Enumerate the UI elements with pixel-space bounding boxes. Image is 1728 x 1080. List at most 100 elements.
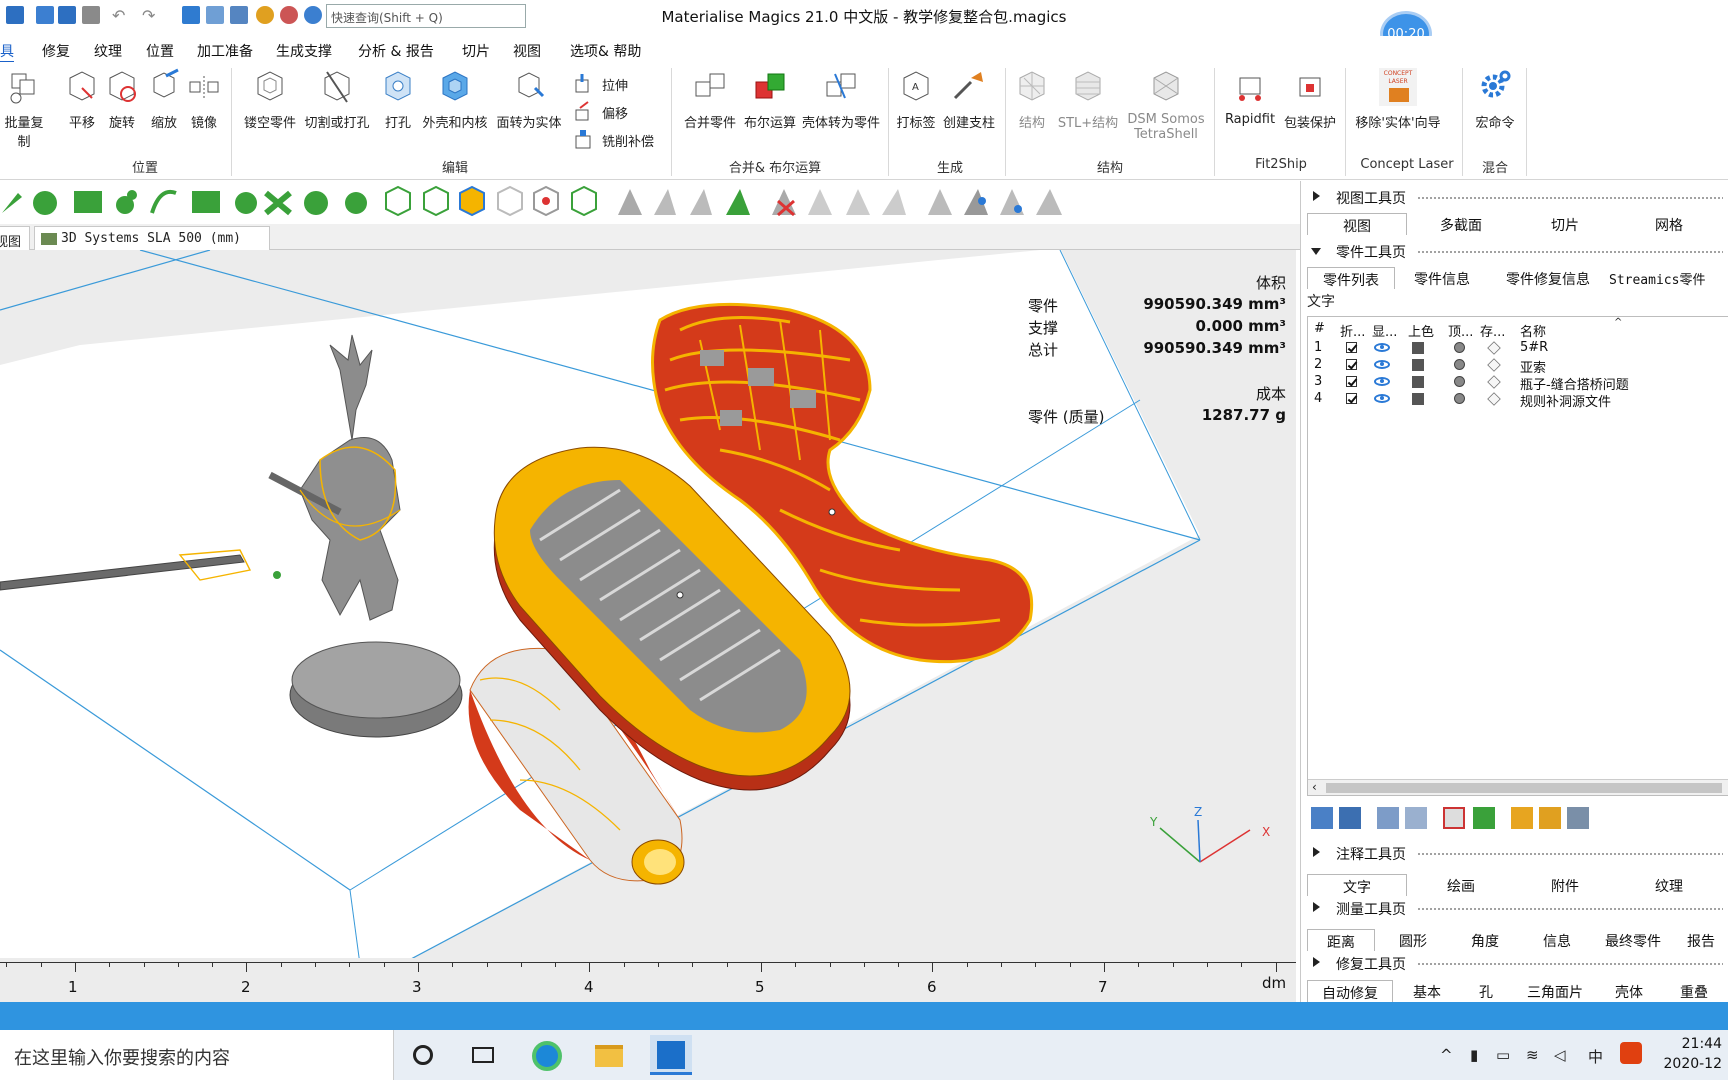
part-action-icon[interactable] [1339, 807, 1361, 829]
tab-text[interactable]: 文字 [1307, 874, 1407, 896]
cut-punch-button[interactable]: 切割或打孔 [304, 68, 370, 131]
col-saved[interactable]: 存... [1480, 321, 1505, 340]
3d-viewport[interactable]: X Y Z 体积 零件 990590.349 mm³ 支撑 0.000 mm³ … [0, 250, 1296, 1002]
delete-triangle-icon[interactable] [772, 189, 796, 217]
part-select-6-icon[interactable] [571, 185, 597, 217]
tab-auto-fix[interactable]: 自动修复 [1307, 980, 1393, 1002]
battery-icon[interactable]: ▭ [1496, 1046, 1510, 1064]
file-explorer-icon[interactable] [588, 1035, 630, 1075]
tab-triangles[interactable]: 三角面片 [1515, 980, 1595, 1002]
mark-plane-icon[interactable] [192, 191, 220, 213]
vertex-dot-icon[interactable] [1454, 359, 1465, 370]
extrude-button[interactable]: 拉伸 [572, 72, 628, 98]
tab-report[interactable]: 报告 [1675, 929, 1727, 951]
tab-view[interactable]: 视图 [0, 226, 30, 250]
table-row[interactable]: 1 5#R [1308, 339, 1728, 356]
triangle-select-icon[interactable] [618, 189, 642, 215]
part-select-icon[interactable] [385, 185, 411, 217]
vertex-dot-icon[interactable] [1454, 342, 1465, 353]
visible-eye-icon[interactable] [1374, 394, 1390, 403]
triangle-select-2-icon[interactable] [654, 189, 676, 215]
part-tools-header[interactable]: 零件工具页 [1301, 239, 1728, 263]
edge-browser-icon[interactable] [526, 1035, 568, 1075]
sogou-ime-icon[interactable] [1620, 1042, 1642, 1064]
tab-angle[interactable]: 角度 [1451, 929, 1519, 951]
mirror-button[interactable]: 镜像 [186, 68, 222, 131]
visible-eye-icon[interactable] [1374, 343, 1390, 352]
tab-part-list[interactable]: 零件列表 [1307, 267, 1395, 289]
merge-parts-button[interactable]: 合并零件 [682, 68, 738, 131]
fold-checkbox[interactable] [1346, 376, 1357, 387]
tab-holes[interactable]: 孔 [1461, 980, 1511, 1002]
shell-core-button[interactable]: 外壳和内核 [422, 68, 488, 131]
show-hidden-icons-icon[interactable]: ^ [1440, 1046, 1453, 1064]
task-view-icon[interactable] [462, 1035, 504, 1075]
part-select-5-icon[interactable] [533, 185, 559, 217]
color-swatch-icon[interactable] [1412, 376, 1424, 388]
table-row[interactable]: 3 瓶子-缝合搭桥问题 [1308, 373, 1728, 393]
visible-eye-icon[interactable] [1374, 377, 1390, 386]
menu-generate-support[interactable]: 生成支撑 [276, 41, 332, 61]
rotate-button[interactable]: 旋转 [104, 68, 140, 131]
batch-copy-button[interactable]: 批量复制 [0, 68, 48, 150]
triangle-view-icon[interactable] [928, 189, 952, 215]
mark-rect-icon[interactable] [74, 191, 102, 213]
rapidfit-button[interactable]: Rapidfit [1222, 68, 1278, 127]
volume-icon[interactable]: ◁ [1554, 1046, 1566, 1064]
taskbar-search-input[interactable]: 在这里输入你要搜索的内容 [0, 1030, 394, 1080]
menu-fix[interactable]: 修复 [42, 41, 70, 61]
col-color[interactable]: 上色 [1408, 321, 1434, 340]
triangle-select-3-icon[interactable] [690, 189, 712, 215]
tab-part-fix-info[interactable]: 零件修复信息 [1489, 267, 1607, 289]
measure-tools-header[interactable]: 测量工具页 [1301, 896, 1728, 920]
delete-part-icon[interactable] [1443, 807, 1465, 829]
tab-overlap[interactable]: 重叠 [1663, 980, 1725, 1002]
visible-eye-icon[interactable] [1374, 360, 1390, 369]
fold-checkbox[interactable] [1346, 393, 1357, 404]
mark-tool-icon[interactable] [2, 193, 22, 213]
structure-button[interactable]: 结构 [1012, 68, 1052, 131]
tab-machine-platform[interactable]: 3D Systems SLA 500 (mm) [34, 226, 270, 250]
mill-comp-button[interactable]: 铣削补偿 [572, 128, 654, 154]
mark-sphere-icon[interactable] [33, 191, 57, 215]
wifi-icon[interactable]: ≋ [1526, 1046, 1539, 1064]
offset-button[interactable]: 偏移 [572, 100, 628, 126]
table-row[interactable]: 4 规则补洞源文件 [1308, 390, 1728, 410]
vertex-dot-icon[interactable] [1454, 393, 1465, 404]
scrollbar-thumb[interactable] [1326, 783, 1722, 793]
col-number[interactable]: # [1314, 321, 1325, 336]
scale-button[interactable]: 缩放 [146, 68, 182, 131]
triangle-select-6-icon[interactable] [846, 189, 870, 215]
drill-button[interactable]: 打孔 [380, 68, 416, 131]
remove-solid-wizard-button[interactable]: CONCEPT LASER 移除'实体'向导 [1350, 68, 1446, 131]
menu-view[interactable]: 视图 [513, 41, 541, 61]
scene-canvas[interactable]: X Y Z [0, 250, 1296, 1002]
mark-brush-icon[interactable] [116, 190, 137, 214]
ime-indicator[interactable]: 中 [1588, 1046, 1603, 1067]
mark-all-icon[interactable] [304, 191, 328, 215]
clock[interactable]: 21:44 2020-12 [1664, 1034, 1723, 1074]
triangle-select-4-icon[interactable] [726, 189, 750, 215]
tab-slice[interactable]: 切片 [1515, 213, 1615, 235]
translate-button[interactable]: 平移 [64, 68, 100, 131]
view-tools-header[interactable]: 视图工具页 [1301, 185, 1728, 209]
part-action-icon[interactable] [1473, 807, 1495, 829]
dsm-tetrashell-button[interactable]: DSM Somos TetraShell [1126, 68, 1206, 142]
part-action-icon[interactable] [1311, 807, 1333, 829]
menu-analysis-report[interactable]: 分析 & 报告 [358, 41, 434, 61]
part-action-icon[interactable] [1539, 807, 1561, 829]
cortana-icon[interactable] [402, 1035, 444, 1075]
tab-final-part[interactable]: 最终零件 [1595, 929, 1671, 951]
annotation-tools-header[interactable]: 注释工具页 [1301, 841, 1728, 865]
create-support-button[interactable]: 创建支柱 [940, 68, 998, 131]
color-swatch-icon[interactable] [1412, 342, 1424, 354]
mark-shell-icon[interactable] [264, 190, 292, 216]
tab-draw[interactable]: 绘画 [1411, 874, 1511, 896]
triangle-view-2-icon[interactable] [964, 189, 988, 215]
tab-streamics-part[interactable]: Streamics零件 [1609, 267, 1728, 289]
part-action-icon[interactable] [1567, 807, 1589, 829]
col-fold[interactable]: 折... [1340, 321, 1365, 340]
menu-texture[interactable]: 纹理 [94, 41, 122, 61]
triangle-view-4-icon[interactable] [1036, 189, 1062, 215]
tab-distance[interactable]: 距离 [1307, 929, 1375, 951]
